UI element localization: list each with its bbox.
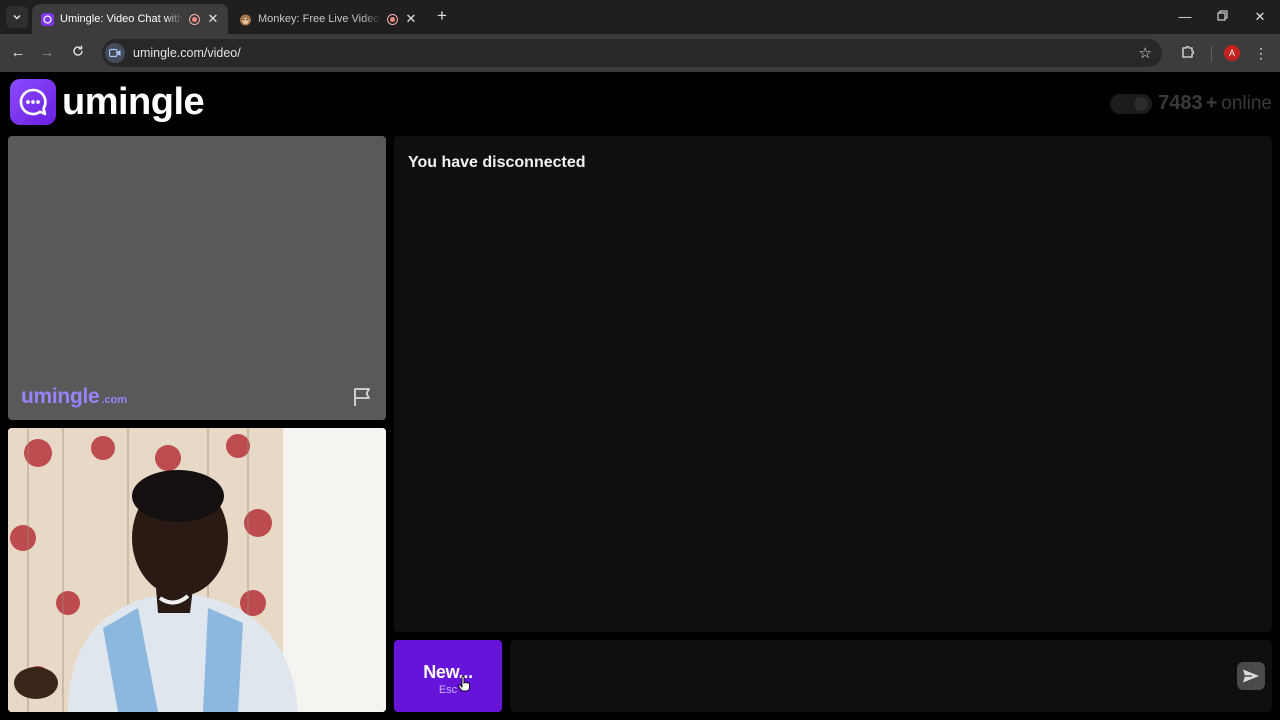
browser-menu-icon[interactable]: ⋮: [1252, 44, 1270, 62]
site-camera-icon[interactable]: [105, 43, 125, 63]
toolbar-divider: [1211, 46, 1212, 62]
online-counter: 7483 + online: [1110, 92, 1272, 115]
window-close-button[interactable]: ✕: [1246, 6, 1274, 28]
extensions-icon[interactable]: [1179, 44, 1197, 62]
tab-umingle[interactable]: Umingle: Video Chat with Strangers ✕: [32, 4, 228, 34]
logo-wordmark: umingle: [62, 80, 205, 123]
report-flag-icon[interactable]: [352, 386, 374, 408]
restore-button[interactable]: [1208, 6, 1236, 28]
tab-close-icon[interactable]: ✕: [206, 11, 220, 27]
new-button-shortcut: Esc: [438, 684, 458, 696]
reload-button[interactable]: [67, 42, 89, 64]
tab-title: Umingle: Video Chat with Strangers: [60, 13, 183, 25]
tab-monkey[interactable]: Monkey: Free Live Video Chat ✕: [230, 4, 426, 34]
chat-bubble-logo-icon: [10, 79, 56, 125]
camera-feed-image: [8, 428, 386, 712]
message-input[interactable]: [510, 640, 1272, 712]
reload-icon: [73, 45, 83, 56]
online-plus: +: [1205, 92, 1218, 114]
mode-toggle[interactable]: [1110, 93, 1153, 114]
recording-icon: [387, 13, 398, 25]
minimize-button[interactable]: —: [1171, 6, 1199, 28]
new-chat-button[interactable]: New... Esc: [394, 640, 502, 712]
new-button-label: New...: [423, 662, 473, 682]
new-tab-button[interactable]: +: [433, 7, 451, 25]
umingle-favicon-icon: [40, 12, 54, 26]
chevron-down-icon: [13, 14, 21, 20]
forward-button[interactable]: →: [36, 42, 58, 64]
bookmark-star-icon[interactable]: ☆: [1139, 44, 1152, 62]
recording-icon: [189, 13, 200, 25]
umingle-logo[interactable]: umingle: [10, 79, 205, 125]
video-watermark: umingle .com: [21, 385, 127, 409]
tab-search-button[interactable]: [6, 6, 28, 28]
monkey-favicon-icon: [238, 12, 252, 26]
watermark-suffix: .com: [101, 394, 128, 406]
hand-cursor-icon: [458, 676, 470, 692]
watermark-text: umingle: [21, 385, 100, 408]
browser-tab-bar: Umingle: Video Chat with Strangers ✕ Mon…: [0, 0, 1280, 34]
address-bar[interactable]: umingle.com/video/ ☆: [102, 39, 1162, 67]
stranger-video: umingle .com: [8, 136, 386, 420]
send-button[interactable]: [1237, 662, 1265, 690]
browser-toolbar: ← → umingle.com/video/ ☆ ⋮: [0, 34, 1280, 72]
umingle-page: umingle 7483 + online umingle .com You h…: [0, 72, 1280, 720]
send-arrow-icon: [1243, 669, 1259, 683]
self-camera-video: [8, 428, 386, 712]
chat-log: You have disconnected: [394, 136, 1272, 632]
online-count: 7483: [1158, 92, 1203, 114]
restore-icon: [1216, 10, 1228, 21]
online-label: online: [1221, 92, 1272, 114]
connection-status: You have disconnected: [408, 154, 586, 171]
back-button[interactable]: ←: [7, 42, 29, 64]
profile-avatar[interactable]: A: [1224, 45, 1240, 61]
tab-title: Monkey: Free Live Video Chat: [258, 13, 381, 25]
url-text: umingle.com/video/: [133, 46, 241, 60]
tab-close-icon[interactable]: ✕: [404, 11, 418, 27]
